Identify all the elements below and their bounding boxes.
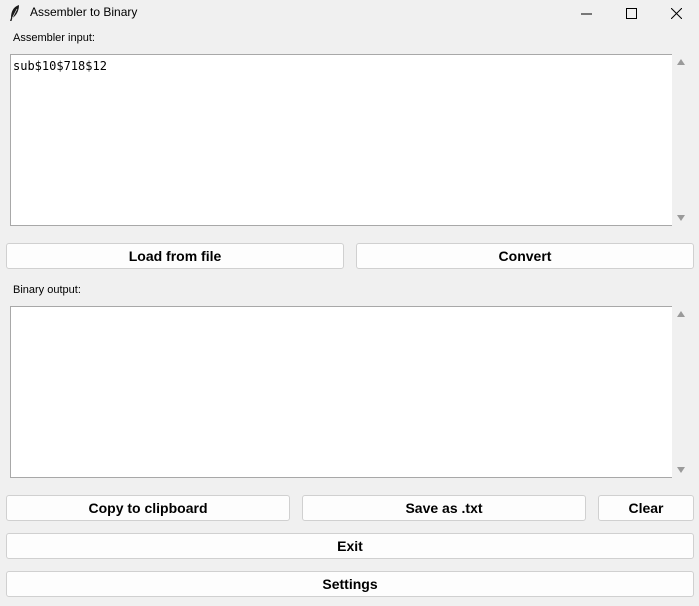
clear-button[interactable]: Clear — [598, 495, 694, 521]
close-button[interactable] — [653, 0, 699, 26]
scroll-down-icon[interactable] — [677, 467, 685, 473]
load-from-file-button[interactable]: Load from file — [6, 243, 344, 269]
scroll-up-icon[interactable] — [677, 59, 685, 65]
convert-button[interactable]: Convert — [356, 243, 694, 269]
exit-button[interactable]: Exit — [6, 533, 694, 559]
minimize-button[interactable] — [563, 0, 609, 26]
assembler-input-textarea[interactable]: sub$10$718$12 — [10, 54, 672, 226]
binary-output-text — [11, 307, 672, 315]
settings-button[interactable]: Settings — [6, 571, 694, 597]
binary-output-scrollbar[interactable] — [672, 306, 689, 478]
copy-to-clipboard-button[interactable]: Copy to clipboard — [6, 495, 290, 521]
feather-icon — [10, 5, 19, 21]
assembler-input-label: Assembler input: — [13, 32, 95, 44]
title-bar: Assembler to Binary — [0, 0, 699, 26]
scroll-down-icon[interactable] — [677, 215, 685, 221]
assembler-input-text: sub$10$718$12 — [13, 59, 107, 73]
window-title: Assembler to Binary — [30, 5, 138, 19]
maximize-icon — [625, 7, 637, 19]
binary-output-label: Binary output: — [13, 284, 81, 296]
minimize-icon — [580, 13, 592, 14]
save-as-txt-button[interactable]: Save as .txt — [302, 495, 586, 521]
binary-output-textarea[interactable] — [10, 306, 672, 478]
scroll-up-icon[interactable] — [677, 311, 685, 317]
close-icon — [670, 7, 682, 19]
assembler-input-scrollbar[interactable] — [672, 54, 689, 226]
maximize-button[interactable] — [608, 0, 654, 26]
